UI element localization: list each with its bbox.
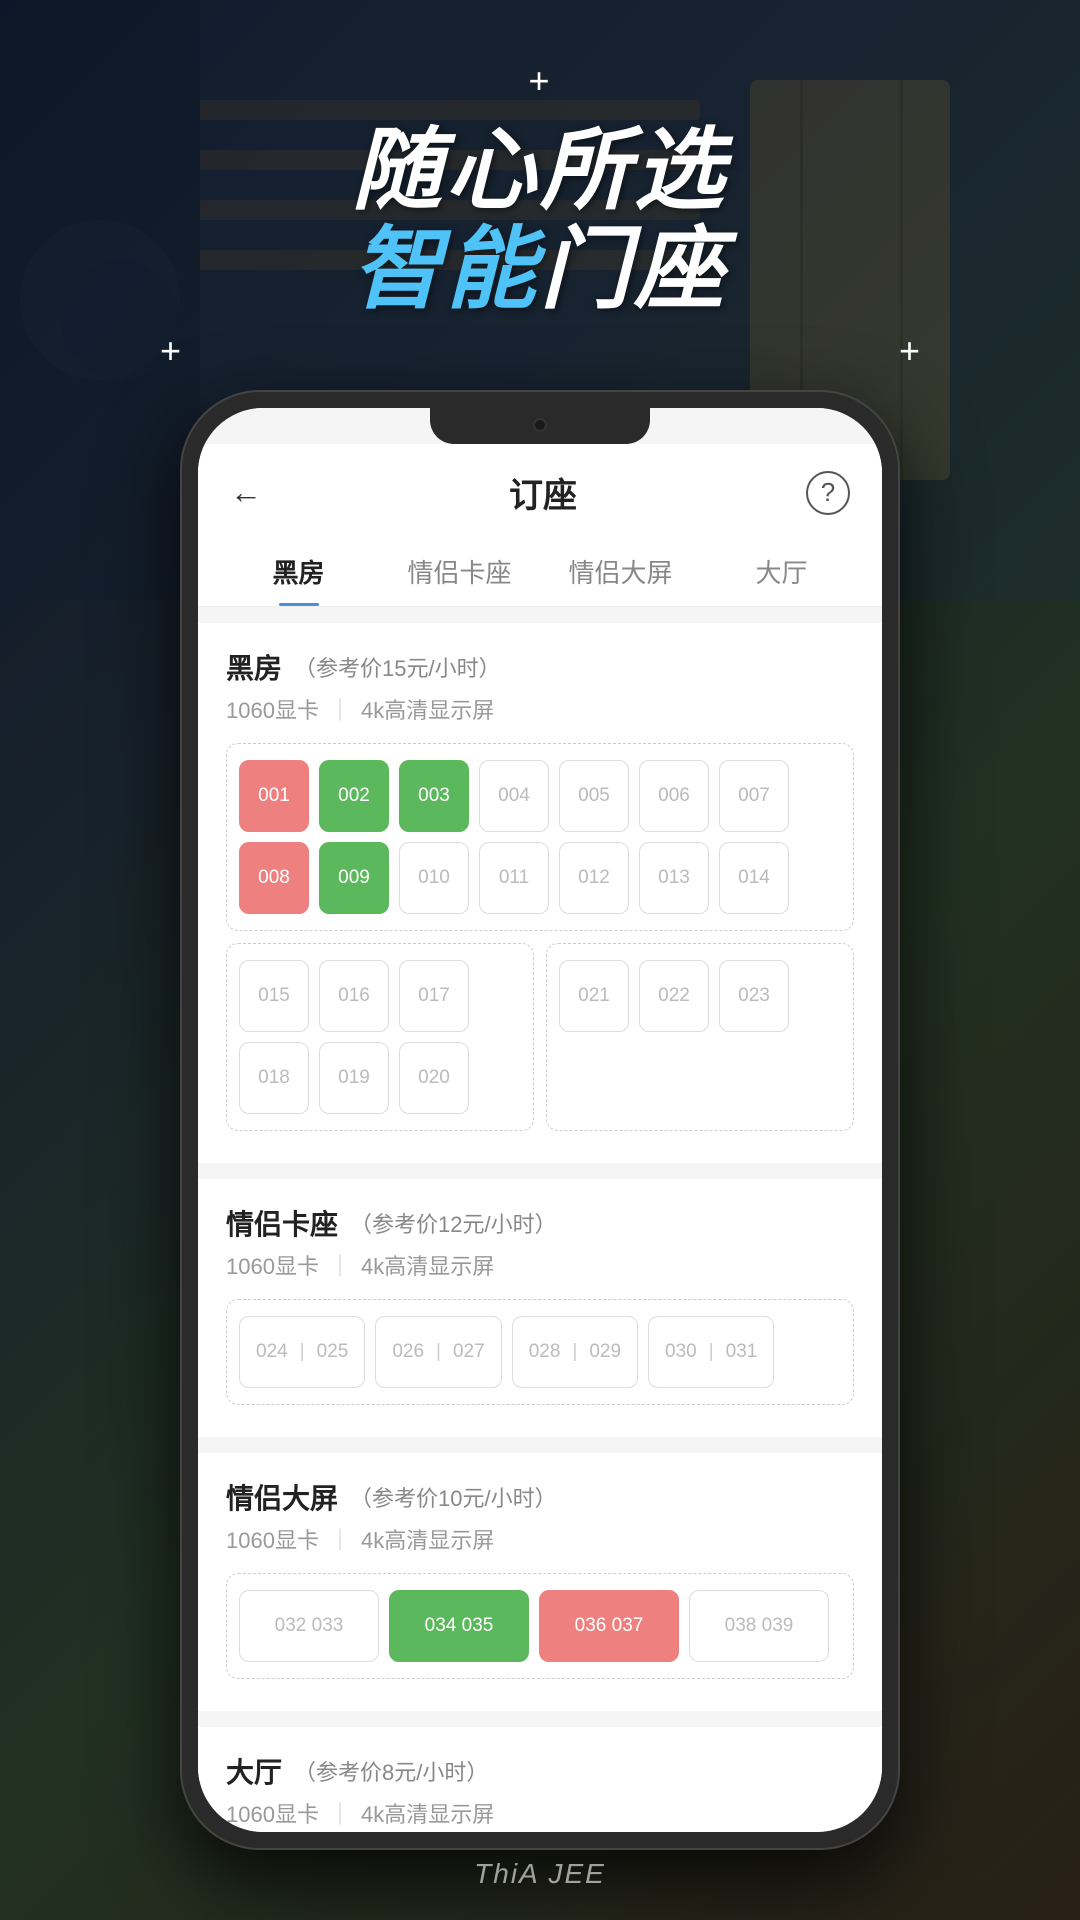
section-title-情侣大屏: 情侣大屏 （参考价10元/小时） bbox=[226, 1477, 854, 1517]
section-title-情侣卡座: 情侣卡座 （参考价12元/小时） bbox=[226, 1203, 854, 1243]
seat-034-035[interactable]: 034 035 bbox=[389, 1590, 529, 1662]
seat-001[interactable]: 001 bbox=[239, 760, 309, 832]
seat-row-4: 018 019 020 bbox=[239, 1042, 521, 1114]
phone-wrapper: ← 订座 ? 黑房 情侣卡座 情侣大屏 大厅 黑房 （参考价15元/小时） bbox=[180, 390, 900, 1850]
phone-frame: ← 订座 ? 黑房 情侣卡座 情侣大屏 大厅 黑房 （参考价15元/小时） bbox=[180, 390, 900, 1850]
section-title-黑房: 黑房 （参考价15元/小时） bbox=[226, 647, 854, 687]
section-title-大厅: 大厅 （参考价8元/小时） bbox=[226, 1751, 854, 1791]
tabs-bar: 黑房 情侣卡座 情侣大屏 大厅 bbox=[198, 533, 882, 607]
section-price-情侣卡座: （参考价12元/小时） bbox=[350, 1207, 557, 1239]
seat-028-029[interactable]: 028 | 029 bbox=[512, 1316, 638, 1388]
section-specs-黑房: 1060显卡 ｜ 4k高清显示屏 bbox=[226, 693, 854, 725]
seat-010[interactable]: 010 bbox=[399, 842, 469, 914]
seat-012[interactable]: 012 bbox=[559, 842, 629, 914]
hero-plus-left: + bbox=[160, 330, 181, 372]
app-content[interactable]: ← 订座 ? 黑房 情侣卡座 情侣大屏 大厅 黑房 （参考价15元/小时） bbox=[198, 408, 882, 1832]
section-price-大厅: （参考价8元/小时） bbox=[294, 1755, 488, 1787]
seat-row-3: 015 016 017 bbox=[239, 960, 521, 1032]
seat-026-027[interactable]: 026 | 027 bbox=[375, 1316, 501, 1388]
seat-005[interactable]: 005 bbox=[559, 760, 629, 832]
tab-情侣卡座[interactable]: 情侣卡座 bbox=[379, 533, 540, 606]
seat-021[interactable]: 021 bbox=[559, 960, 629, 1032]
page-title: 订座 bbox=[509, 468, 577, 517]
seat-024-025[interactable]: 024 | 025 bbox=[239, 1316, 365, 1388]
hero-section: + 随心所选 智能 门座 + + bbox=[0, 60, 1080, 372]
back-button[interactable]: ← bbox=[230, 474, 280, 511]
seat-009[interactable]: 009 bbox=[319, 842, 389, 914]
spec-gpu-情侣大屏: 1060显卡 bbox=[226, 1523, 319, 1555]
seat-011[interactable]: 011 bbox=[479, 842, 549, 914]
app-header: ← 订座 ? bbox=[198, 444, 882, 533]
section-情侣卡座: 情侣卡座 （参考价12元/小时） 1060显卡 ｜ 4k高清显示屏 024 | … bbox=[198, 1179, 882, 1437]
seat-016[interactable]: 016 bbox=[319, 960, 389, 1032]
seat-017[interactable]: 017 bbox=[399, 960, 469, 1032]
bottom-text: ThiA JEE bbox=[0, 1858, 1080, 1890]
section-情侣大屏: 情侣大屏 （参考价10元/小时） 1060显卡 ｜ 4k高清显示屏 032 03… bbox=[198, 1453, 882, 1711]
help-button[interactable]: ? bbox=[806, 471, 850, 515]
spec-gpu-黑房: 1060显卡 bbox=[226, 693, 319, 725]
seat-018[interactable]: 018 bbox=[239, 1042, 309, 1114]
seat-col-right: 021 022 023 bbox=[546, 943, 854, 1131]
tab-黑房[interactable]: 黑房 bbox=[218, 533, 379, 606]
seat-row-double-1: 024 | 025 026 | 027 028 | 029 030 | 031 bbox=[239, 1316, 841, 1388]
seat-area-1-黑房: 001 002 003 004 005 006 007 008 009 010 bbox=[226, 743, 854, 931]
section-price-情侣大屏: （参考价10元/小时） bbox=[350, 1481, 557, 1513]
seat-002[interactable]: 002 bbox=[319, 760, 389, 832]
seat-area-情侣卡座: 024 | 025 026 | 027 028 | 029 030 | 031 bbox=[226, 1299, 854, 1405]
section-黑房: 黑房 （参考价15元/小时） 1060显卡 ｜ 4k高清显示屏 001 002 … bbox=[198, 623, 882, 1163]
section-name-黑房: 黑房 bbox=[226, 647, 282, 687]
notch-camera bbox=[533, 418, 547, 432]
seat-032-033[interactable]: 032 033 bbox=[239, 1590, 379, 1662]
seat-col-left: 015 016 017 018 019 020 bbox=[226, 943, 534, 1131]
hero-title-blue: 智能 bbox=[352, 221, 540, 320]
phone-screen: ← 订座 ? 黑房 情侣卡座 情侣大屏 大厅 黑房 （参考价15元/小时） bbox=[198, 408, 882, 1832]
seat-014[interactable]: 014 bbox=[719, 842, 789, 914]
seat-row-5: 021 022 023 bbox=[559, 960, 841, 1032]
section-name-情侣大屏: 情侣大屏 bbox=[226, 1477, 338, 1517]
seat-004[interactable]: 004 bbox=[479, 760, 549, 832]
phone-notch bbox=[430, 408, 650, 444]
hero-title-white: 门座 bbox=[540, 221, 728, 320]
seat-006[interactable]: 006 bbox=[639, 760, 709, 832]
spec-gpu-大厅: 1060显卡 bbox=[226, 1797, 319, 1829]
hero-title-line2: 智能 门座 bbox=[0, 221, 1080, 320]
hero-title-line1: 随心所选 bbox=[0, 122, 1080, 221]
section-specs-情侣卡座: 1060显卡 ｜ 4k高清显示屏 bbox=[226, 1249, 854, 1281]
seat-022[interactable]: 022 bbox=[639, 960, 709, 1032]
section-name-情侣卡座: 情侣卡座 bbox=[226, 1203, 338, 1243]
spec-screen-情侣卡座: 4k高清显示屏 bbox=[361, 1249, 494, 1281]
seat-row-1: 001 002 003 004 005 006 007 bbox=[239, 760, 841, 832]
hero-plus-sides: + + bbox=[0, 330, 1080, 372]
seat-003[interactable]: 003 bbox=[399, 760, 469, 832]
section-name-大厅: 大厅 bbox=[226, 1751, 282, 1791]
seat-020[interactable]: 020 bbox=[399, 1042, 469, 1114]
seat-area-2-黑房: 015 016 017 018 019 020 bbox=[226, 943, 854, 1131]
seat-row-2: 008 009 010 011 012 013 014 bbox=[239, 842, 841, 914]
spec-screen-黑房: 4k高清显示屏 bbox=[361, 693, 494, 725]
hero-plus-top: + bbox=[0, 60, 1080, 102]
seat-008[interactable]: 008 bbox=[239, 842, 309, 914]
spec-gpu-情侣卡座: 1060显卡 bbox=[226, 1249, 319, 1281]
tab-大厅[interactable]: 大厅 bbox=[701, 533, 862, 606]
seat-area-情侣大屏: 032 033 034 035 036 037 038 039 bbox=[226, 1573, 854, 1679]
hero-plus-right: + bbox=[899, 330, 920, 372]
section-price-黑房: （参考价15元/小时） bbox=[294, 651, 501, 683]
tab-情侣大屏[interactable]: 情侣大屏 bbox=[540, 533, 701, 606]
section-specs-大厅: 1060显卡 ｜ 4k高清显示屏 bbox=[226, 1797, 854, 1829]
seat-row-big-1: 032 033 034 035 036 037 038 039 bbox=[239, 1590, 841, 1662]
spec-screen-大厅: 4k高清显示屏 bbox=[361, 1797, 494, 1829]
seat-030-031[interactable]: 030 | 031 bbox=[648, 1316, 774, 1388]
section-大厅: 大厅 （参考价8元/小时） 1060显卡 ｜ 4k高清显示屏 bbox=[198, 1727, 882, 1832]
seat-013[interactable]: 013 bbox=[639, 842, 709, 914]
seat-015[interactable]: 015 bbox=[239, 960, 309, 1032]
spec-screen-情侣大屏: 4k高清显示屏 bbox=[361, 1523, 494, 1555]
section-specs-情侣大屏: 1060显卡 ｜ 4k高清显示屏 bbox=[226, 1523, 854, 1555]
seat-007[interactable]: 007 bbox=[719, 760, 789, 832]
seat-038-039[interactable]: 038 039 bbox=[689, 1590, 829, 1662]
seat-019[interactable]: 019 bbox=[319, 1042, 389, 1114]
seat-023[interactable]: 023 bbox=[719, 960, 789, 1032]
seat-036-037[interactable]: 036 037 bbox=[539, 1590, 679, 1662]
